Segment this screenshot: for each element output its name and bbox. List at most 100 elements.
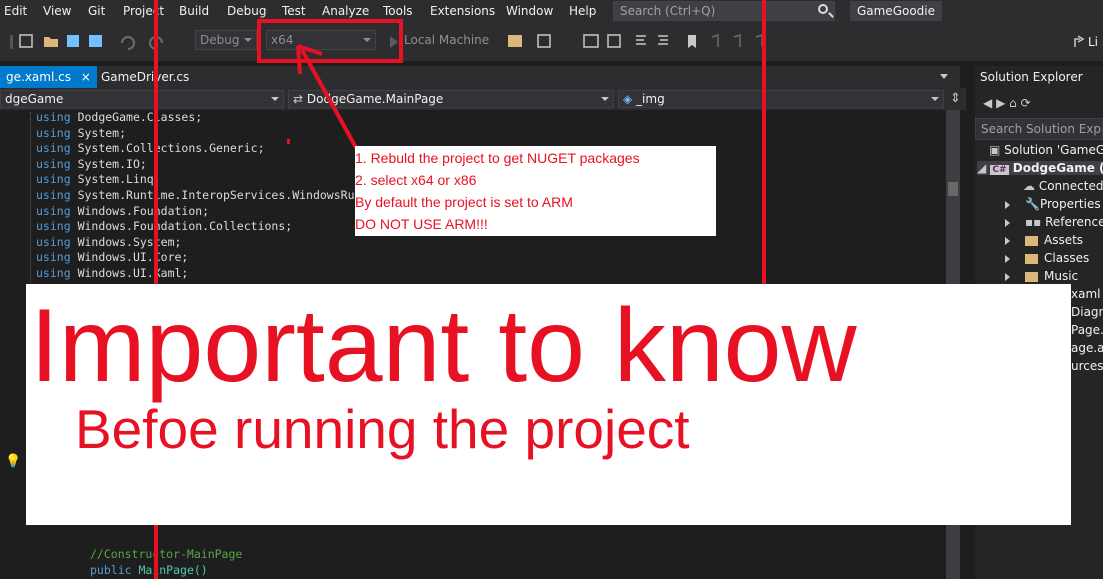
important-banner: Important to know Befoe running the proj…: [26, 284, 1071, 525]
wrench-icon: 🔧: [1025, 197, 1040, 211]
code-line: using System.Linq;: [36, 172, 161, 187]
chevron-down-icon: [601, 97, 609, 101]
solution-toolbar: ◀ ▶ ⌂ ⟳: [983, 96, 1031, 110]
solution-explorer-title: Solution Explorer: [980, 70, 1083, 84]
document-tabs: ge.xaml.cs × GameDriver.cs: [0, 66, 960, 88]
connected-services-node[interactable]: ☁ Connected: [1023, 179, 1103, 193]
music-folder[interactable]: Music: [1025, 269, 1078, 283]
code-line: public MainPage(): [90, 563, 208, 577]
menu-debug[interactable]: Debug: [227, 4, 266, 18]
live-share-icon: [1074, 35, 1085, 47]
code-line: using System.IO;: [36, 156, 147, 171]
toolbar-icon-d: [607, 34, 621, 48]
solution-item-partial[interactable]: xaml: [1071, 287, 1100, 301]
references-icon: ▪▪: [1025, 215, 1046, 229]
search-input[interactable]: Search (Ctrl+Q): [613, 1, 835, 21]
navigation-bar: dgeGame ⇄ DodgeGame.MainPage ◈ _img ⇕: [0, 88, 966, 110]
solution-search-input[interactable]: Search Solution Explore: [975, 118, 1103, 140]
drag-handle-icon: [10, 35, 13, 49]
tab-mainpage[interactable]: ge.xaml.cs ×: [0, 66, 97, 88]
project-combo[interactable]: dgeGame: [0, 90, 284, 108]
menu-git[interactable]: Git: [88, 4, 105, 18]
indent-icon: [658, 35, 668, 45]
menu-test[interactable]: Test: [282, 4, 306, 18]
solution-node[interactable]: ▣ Solution 'GameGo: [989, 143, 1103, 157]
field-icon: ◈: [623, 92, 637, 106]
back-icon[interactable]: ◀: [983, 96, 992, 110]
project-node[interactable]: ◢ C# DodgeGame (: [977, 161, 1103, 175]
expand-icon[interactable]: [1005, 219, 1010, 227]
toolbar-icon-c: [583, 34, 599, 48]
solution-item-partial[interactable]: age.ap: [1071, 341, 1103, 355]
menu-build[interactable]: Build: [179, 4, 209, 18]
tab-gamedriver[interactable]: GameDriver.cs: [95, 66, 195, 88]
menu-help[interactable]: Help: [569, 4, 596, 18]
code-comment: //Constructor-MainPage: [90, 547, 243, 561]
code-line: using Windows.System;: [36, 234, 182, 249]
note-line: DO NOT USE ARM!!!: [355, 216, 488, 232]
search-icon[interactable]: [818, 4, 828, 14]
menu-extensions[interactable]: Extensions: [430, 4, 495, 18]
bookmark-next-icon: [733, 33, 741, 47]
undo-icon: [121, 36, 135, 50]
code-line: using System.Runtime.InteropServices.Win…: [36, 188, 369, 202]
open-folder-icon: [44, 37, 58, 47]
instruction-note: 1. Rebuld the project to get NUGET packa…: [355, 146, 716, 236]
code-line: using Windows.UI.Core;: [36, 250, 189, 265]
tab-label: ge.xaml.cs: [6, 70, 71, 84]
bookmark-icon: [688, 35, 696, 48]
close-icon[interactable]: ×: [81, 70, 91, 84]
tab-label: GameDriver.cs: [101, 70, 190, 84]
forward-icon[interactable]: ▶: [996, 96, 1005, 110]
menu-window[interactable]: Window: [506, 4, 553, 18]
menu-tools[interactable]: Tools: [383, 4, 413, 18]
code-line: using System;: [36, 125, 127, 140]
split-icon[interactable]: ⇕: [950, 91, 961, 106]
live-share-label[interactable]: Li: [1088, 35, 1098, 49]
banner-title: Important to know: [30, 288, 857, 404]
toolbar-icon-a: [508, 35, 522, 47]
project-value: dgeGame: [5, 92, 64, 106]
solution-item-partial[interactable]: Diagra: [1071, 305, 1103, 319]
expand-icon[interactable]: [1005, 255, 1010, 263]
references-node[interactable]: ▪▪ References: [1025, 215, 1103, 229]
code-line: using Windows.Foundation.Collections;: [36, 219, 293, 234]
toolbar-icon-b: [537, 34, 551, 48]
member-combo[interactable]: ◈ _img: [618, 90, 944, 108]
indent-guide: [30, 112, 32, 282]
config-value: Debug: [200, 33, 240, 47]
solution-item-partial[interactable]: Page.x: [1071, 323, 1103, 337]
assets-folder[interactable]: Assets: [1025, 233, 1083, 247]
code-line: using Windows.UI.Xaml;: [36, 266, 189, 280]
expand-icon[interactable]: [1005, 273, 1010, 281]
cloud-icon: ☁: [1023, 179, 1039, 193]
home-icon[interactable]: ⌂: [1009, 96, 1017, 110]
bookmark-prev-icon: [711, 33, 719, 47]
sync-icon[interactable]: ⟳: [1021, 96, 1031, 110]
folder-icon: [1025, 253, 1038, 264]
save-all-icon: [89, 35, 102, 47]
lightbulb-icon[interactable]: 💡: [5, 454, 21, 469]
chevron-down-icon: [271, 97, 279, 101]
scrollbar-thumb[interactable]: [948, 182, 958, 196]
solution-item-partial[interactable]: urces.r: [1071, 359, 1103, 373]
tab-overflow-icon[interactable]: [940, 74, 948, 79]
classes-folder[interactable]: Classes: [1025, 251, 1089, 265]
chevron-down-icon: [931, 97, 939, 101]
note-line: 1. Rebuld the project to get NUGET packa…: [355, 150, 640, 166]
member-value: _img: [636, 92, 665, 106]
folder-icon: [1025, 235, 1038, 246]
config-combo[interactable]: Debug: [195, 30, 257, 50]
code-line: using DodgeGame.Classes;: [36, 110, 203, 124]
run-target-button[interactable]: Local Machine: [404, 33, 489, 47]
menu-edit[interactable]: Edit: [4, 4, 27, 18]
new-project-icon: [19, 34, 33, 48]
code-line: using Windows.Foundation;: [36, 203, 210, 218]
expand-icon[interactable]: [1005, 237, 1010, 245]
expand-icon[interactable]: [1005, 201, 1010, 209]
annotation-red-line: [762, 0, 766, 290]
align-icon: [636, 35, 646, 45]
menu-view[interactable]: View: [43, 4, 71, 18]
properties-node[interactable]: 🔧Properties: [1025, 197, 1101, 211]
menu-analyze[interactable]: Analyze: [322, 4, 369, 18]
